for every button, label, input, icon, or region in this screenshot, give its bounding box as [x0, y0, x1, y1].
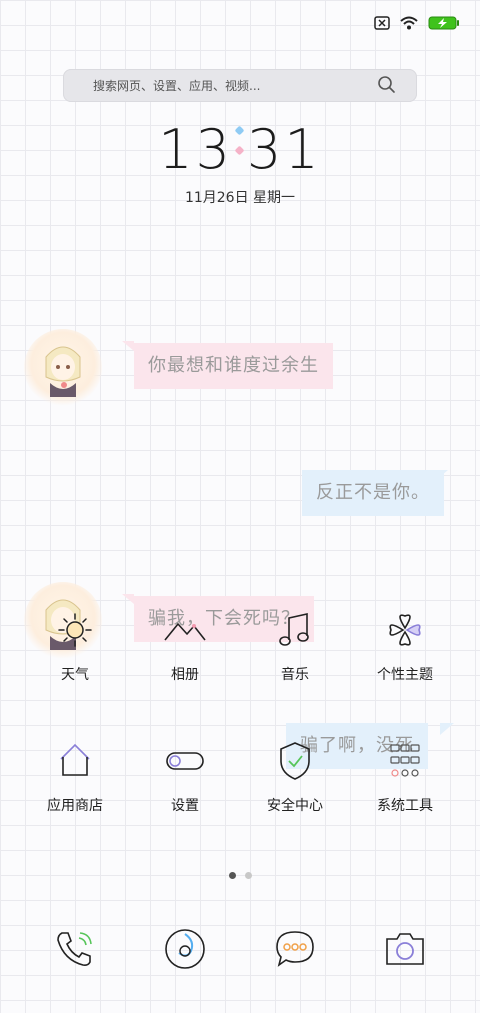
camera-icon: [386, 933, 424, 965]
tools-folder-icon: [390, 744, 420, 777]
clock-hours: 13: [158, 118, 233, 181]
app-label: 天气: [61, 667, 89, 683]
app-music[interactable]: 音乐: [235, 606, 355, 684]
dock-phone[interactable]: [50, 925, 98, 977]
browser-icon: [165, 929, 205, 969]
clock-widget[interactable]: 13 31: [0, 118, 480, 181]
clock-minutes: 31: [247, 118, 322, 181]
bubble-tail: [440, 723, 454, 735]
app-security[interactable]: 安全中心: [235, 737, 355, 815]
search-bar[interactable]: 搜索网页、设置、应用、视频...: [63, 69, 417, 102]
chat-bubble: 反正不是你。: [302, 470, 444, 516]
page-dot[interactable]: [244, 872, 252, 879]
clover-icon: [389, 614, 421, 646]
bubble-tail: [122, 594, 134, 604]
bubble-tail: [434, 470, 448, 482]
anime-girl-icon: [45, 346, 81, 397]
clock-colon-icon: [233, 121, 247, 163]
avatar: [24, 329, 102, 407]
dock-messages[interactable]: [271, 925, 319, 977]
page-indicator: [0, 872, 480, 879]
chat-bubble: 你最想和谁度过余生: [134, 343, 333, 389]
app-label: 设置: [171, 798, 199, 814]
toggle-icon: [166, 752, 204, 770]
page-dot[interactable]: [228, 872, 236, 879]
app-gallery[interactable]: 相册: [125, 606, 245, 684]
messages-icon: [276, 931, 314, 967]
app-label: 音乐: [281, 667, 309, 683]
date-label: 11月26日 星期一: [184, 190, 296, 206]
mountain-icon: [164, 623, 206, 641]
weather-sun-icon: [58, 613, 92, 647]
search-icon[interactable]: [377, 75, 397, 95]
app-label: 系统工具: [377, 798, 433, 814]
music-note-icon: [279, 613, 309, 646]
phone-icon: [57, 932, 92, 966]
app-system-tools[interactable]: 系统工具: [345, 737, 465, 815]
sim-none-icon: [374, 16, 390, 30]
wifi-icon: [400, 16, 418, 30]
search-placeholder: 搜索网页、设置、应用、视频...: [93, 79, 261, 93]
app-label: 安全中心: [267, 798, 323, 814]
home-store-icon: [60, 743, 90, 776]
app-store[interactable]: 应用商店: [15, 737, 135, 815]
status-bar: [374, 16, 460, 30]
bubble-tail: [122, 341, 134, 351]
app-settings[interactable]: 设置: [125, 737, 245, 815]
dock-browser[interactable]: [161, 925, 209, 977]
app-themes[interactable]: 个性主题: [345, 606, 465, 684]
app-label: 应用商店: [47, 798, 103, 814]
app-weather[interactable]: 天气: [15, 606, 135, 684]
battery-charging-icon: [428, 16, 459, 30]
app-label: 相册: [171, 667, 199, 683]
app-label: 个性主题: [377, 667, 433, 683]
dock-camera[interactable]: [381, 925, 429, 977]
shield-icon: [280, 742, 310, 780]
